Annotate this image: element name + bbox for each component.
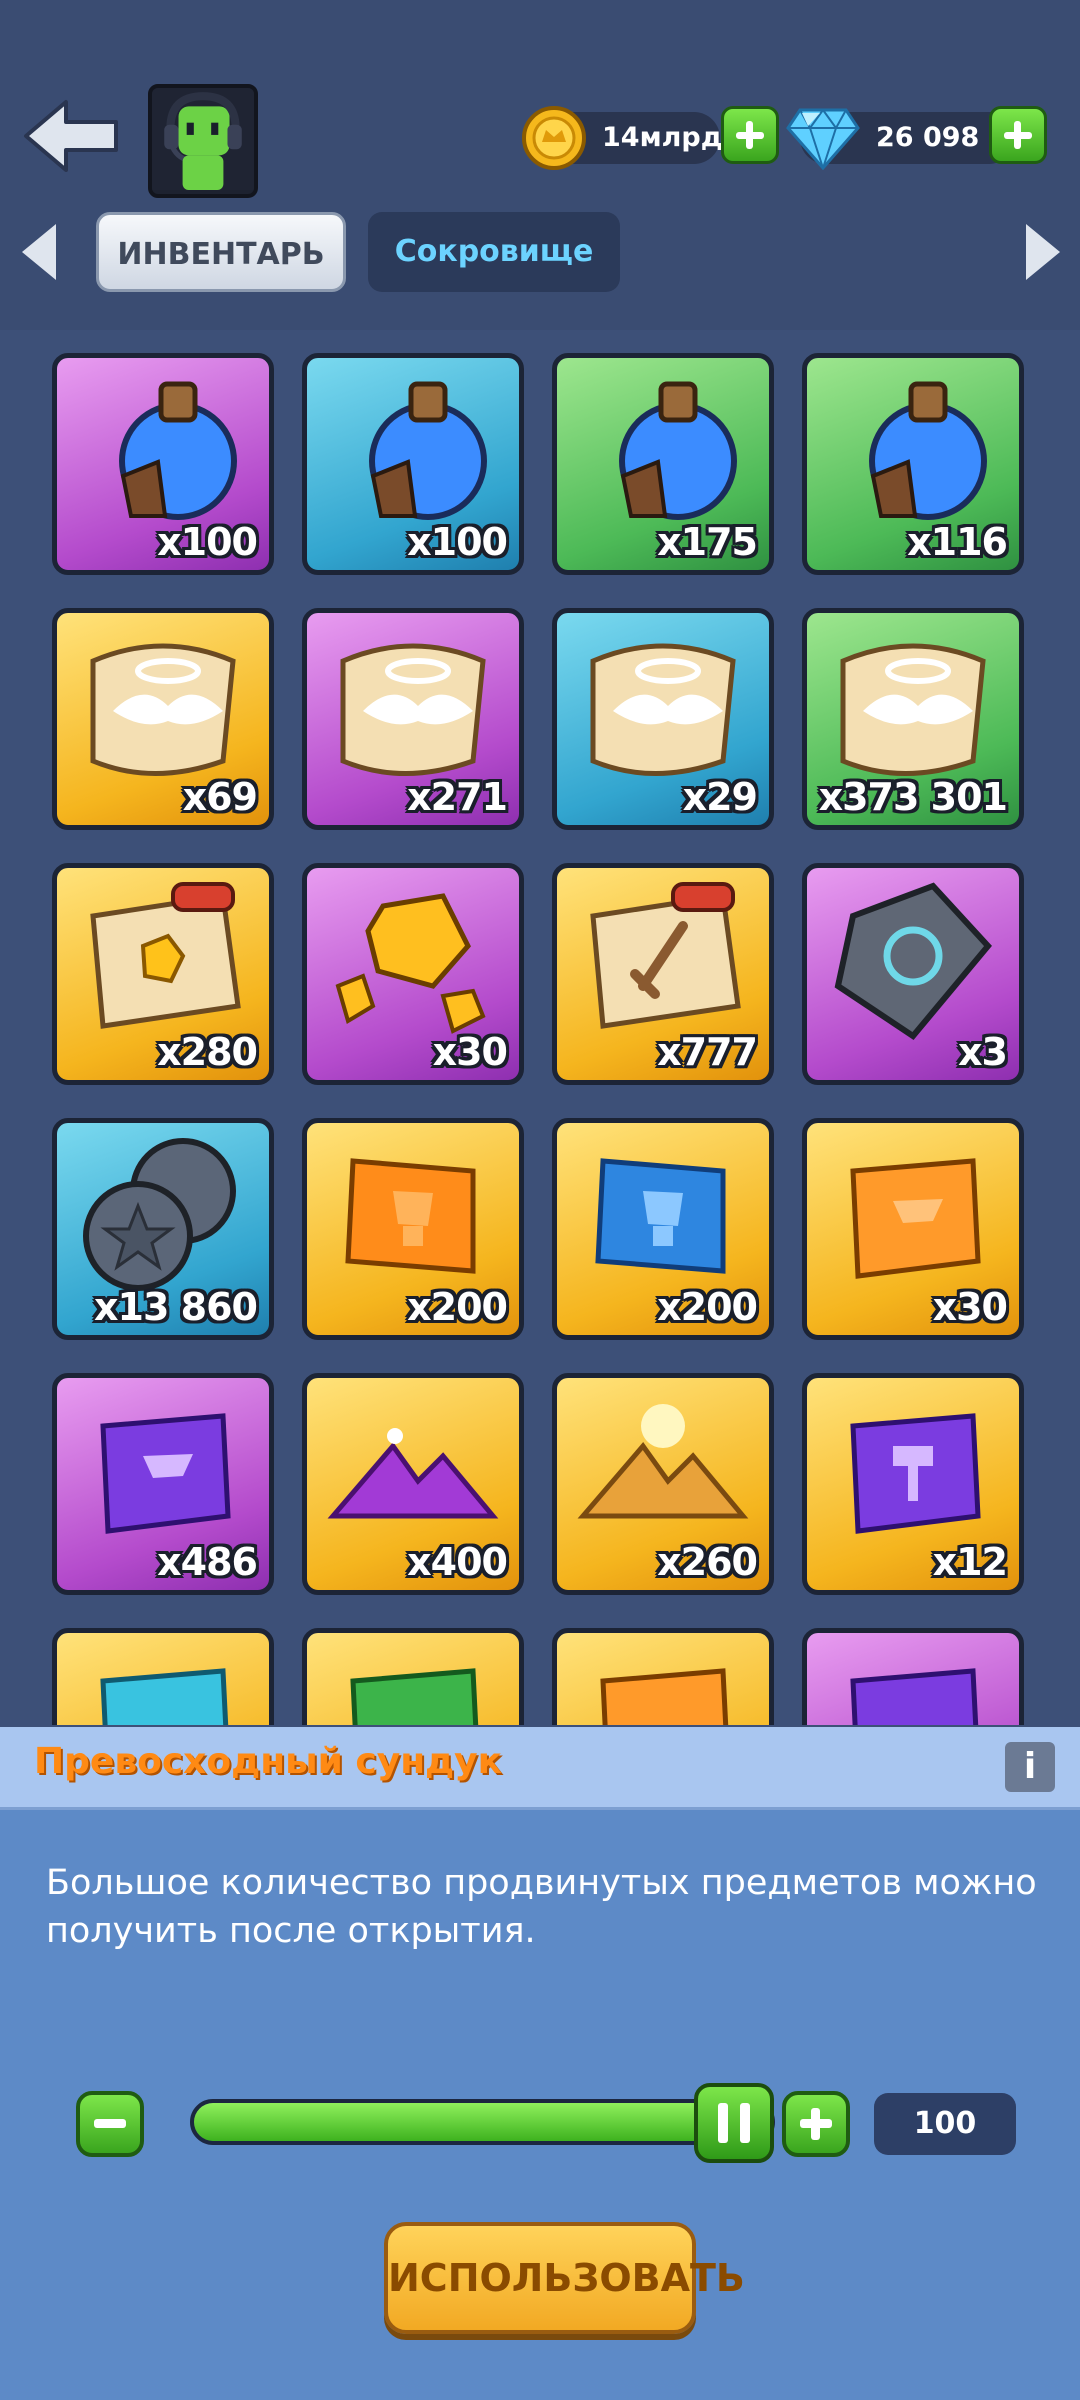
inventory-item[interactable]: x29 xyxy=(552,608,774,830)
potion-icon xyxy=(869,381,987,520)
winged-scroll-icon xyxy=(840,643,986,776)
inventory-item[interactable]: x200 xyxy=(552,1118,774,1340)
inventory-item[interactable]: x200 xyxy=(302,1118,524,1340)
inventory-grid: x100 x100 x175 x116 x69 x271 x29 x373 30… xyxy=(0,330,1080,1725)
star-coin-icon xyxy=(83,1138,236,1291)
top-bar: 14млрд 26 098 ИНВЕНТАРЬ Сокровище xyxy=(0,0,1080,330)
inventory-item[interactable] xyxy=(552,1628,774,1725)
winged-scroll-icon xyxy=(340,643,486,776)
inventory-item[interactable]: x13 860 xyxy=(52,1118,274,1340)
inventory-item[interactable]: x777 xyxy=(552,863,774,1085)
winged-scroll-icon xyxy=(590,643,736,776)
inventory-item[interactable]: x30 xyxy=(802,1118,1024,1340)
inventory-item[interactable] xyxy=(302,1628,524,1725)
add-gem-button[interactable] xyxy=(989,106,1047,164)
trophy-scroll-icon xyxy=(595,1158,726,1274)
panel-header: Превосходный сундук i xyxy=(0,1727,1080,1810)
anvil-scroll-icon xyxy=(850,1158,981,1279)
trophy-scroll-icon xyxy=(345,1158,476,1274)
item-quantity: x13 860 xyxy=(94,1285,258,1329)
item-quantity: x400 xyxy=(407,1540,508,1584)
inventory-item[interactable]: x486 xyxy=(52,1373,274,1595)
gold-dust-icon xyxy=(577,1404,749,1519)
slider-fill xyxy=(194,2103,771,2141)
item-quantity: x200 xyxy=(407,1285,508,1329)
tab-inventory[interactable]: ИНВЕНТАРЬ xyxy=(96,212,346,292)
gem-amount: 26 098 xyxy=(876,122,980,153)
quantity-value[interactable]: 100 xyxy=(874,2093,1016,2155)
potion-icon xyxy=(369,381,487,520)
inventory-item[interactable] xyxy=(52,1628,274,1725)
use-button[interactable]: ИСПОЛЬЗОВАТЬ xyxy=(384,2222,745,2334)
inventory-item[interactable]: x271 xyxy=(302,608,524,830)
inventory-item[interactable]: x260 xyxy=(552,1373,774,1595)
item-quantity: x271 xyxy=(407,775,508,819)
item-description: Большое количество продвинутых предметов… xyxy=(46,1863,1037,1951)
scroll-icon xyxy=(600,1668,729,1725)
item-title: Превосходный сундук xyxy=(34,1741,503,1782)
anvil-scroll-icon xyxy=(100,1413,231,1534)
item-quantity: x29 xyxy=(682,775,758,819)
add-gold-button[interactable] xyxy=(721,106,779,164)
sword-scroll-icon xyxy=(590,882,741,1029)
gold-coin-icon xyxy=(522,106,586,170)
item-quantity: x116 xyxy=(907,520,1008,564)
potion-icon xyxy=(619,381,737,520)
player-avatar-icon xyxy=(152,88,254,190)
item-quantity: x3 xyxy=(958,1030,1008,1074)
inventory-item[interactable]: x3 xyxy=(802,863,1024,1085)
item-quantity: x175 xyxy=(657,520,758,564)
inventory-item[interactable]: x400 xyxy=(302,1373,524,1595)
item-quantity: x777 xyxy=(657,1030,758,1074)
hammer-scroll-icon xyxy=(850,1413,981,1534)
inventory-item[interactable]: x175 xyxy=(552,353,774,575)
diamond-icon xyxy=(786,108,860,170)
item-detail-panel: Превосходный сундук i Большое количество… xyxy=(0,1727,1080,2400)
back-arrow-icon[interactable] xyxy=(22,96,122,176)
inventory-item[interactable]: x30 xyxy=(302,863,524,1085)
rune-stone-icon xyxy=(834,882,992,1040)
inventory-item[interactable] xyxy=(802,1628,1024,1725)
inventory-item[interactable]: x100 xyxy=(52,353,274,575)
scroll-icon xyxy=(350,1668,479,1725)
potion-icon xyxy=(119,381,237,520)
item-quantity: x69 xyxy=(182,775,258,819)
slider-handle[interactable] xyxy=(694,2083,774,2163)
winged-scroll-icon xyxy=(90,643,236,776)
item-quantity: x373 301 xyxy=(818,775,1008,819)
tab-left-arrow-icon[interactable] xyxy=(18,222,62,282)
inventory-item[interactable]: x12 xyxy=(802,1373,1024,1595)
increase-button[interactable] xyxy=(782,2091,850,2157)
item-quantity: x100 xyxy=(157,520,258,564)
item-quantity: x486 xyxy=(157,1540,258,1584)
gold-ore-icon xyxy=(335,893,486,1034)
decrease-button[interactable] xyxy=(76,2091,144,2157)
tab-right-arrow-icon[interactable] xyxy=(1020,222,1064,282)
item-quantity: x30 xyxy=(932,1285,1008,1329)
item-quantity: x30 xyxy=(432,1030,508,1074)
item-quantity: x12 xyxy=(932,1540,1008,1584)
purple-dust-icon xyxy=(327,1428,499,1519)
tab-treasure[interactable]: Сокровище xyxy=(368,212,620,292)
scroll-icon xyxy=(100,1668,229,1725)
inventory-item[interactable]: x373 301 xyxy=(802,608,1024,830)
item-quantity: x200 xyxy=(657,1285,758,1329)
gold-amount: 14млрд xyxy=(602,122,723,153)
inventory-item[interactable]: x280 xyxy=(52,863,274,1085)
item-quantity: x260 xyxy=(657,1540,758,1584)
scroll-icon xyxy=(850,1668,979,1725)
item-quantity: x280 xyxy=(157,1030,258,1074)
player-avatar[interactable] xyxy=(148,84,258,198)
gem-scroll-icon xyxy=(90,882,241,1029)
quantity-slider[interactable] xyxy=(190,2099,775,2145)
inventory-item[interactable]: x116 xyxy=(802,353,1024,575)
item-quantity: x100 xyxy=(407,520,508,564)
inventory-item[interactable]: x69 xyxy=(52,608,274,830)
info-button[interactable]: i xyxy=(1005,1742,1055,1792)
inventory-item[interactable]: x100 xyxy=(302,353,524,575)
